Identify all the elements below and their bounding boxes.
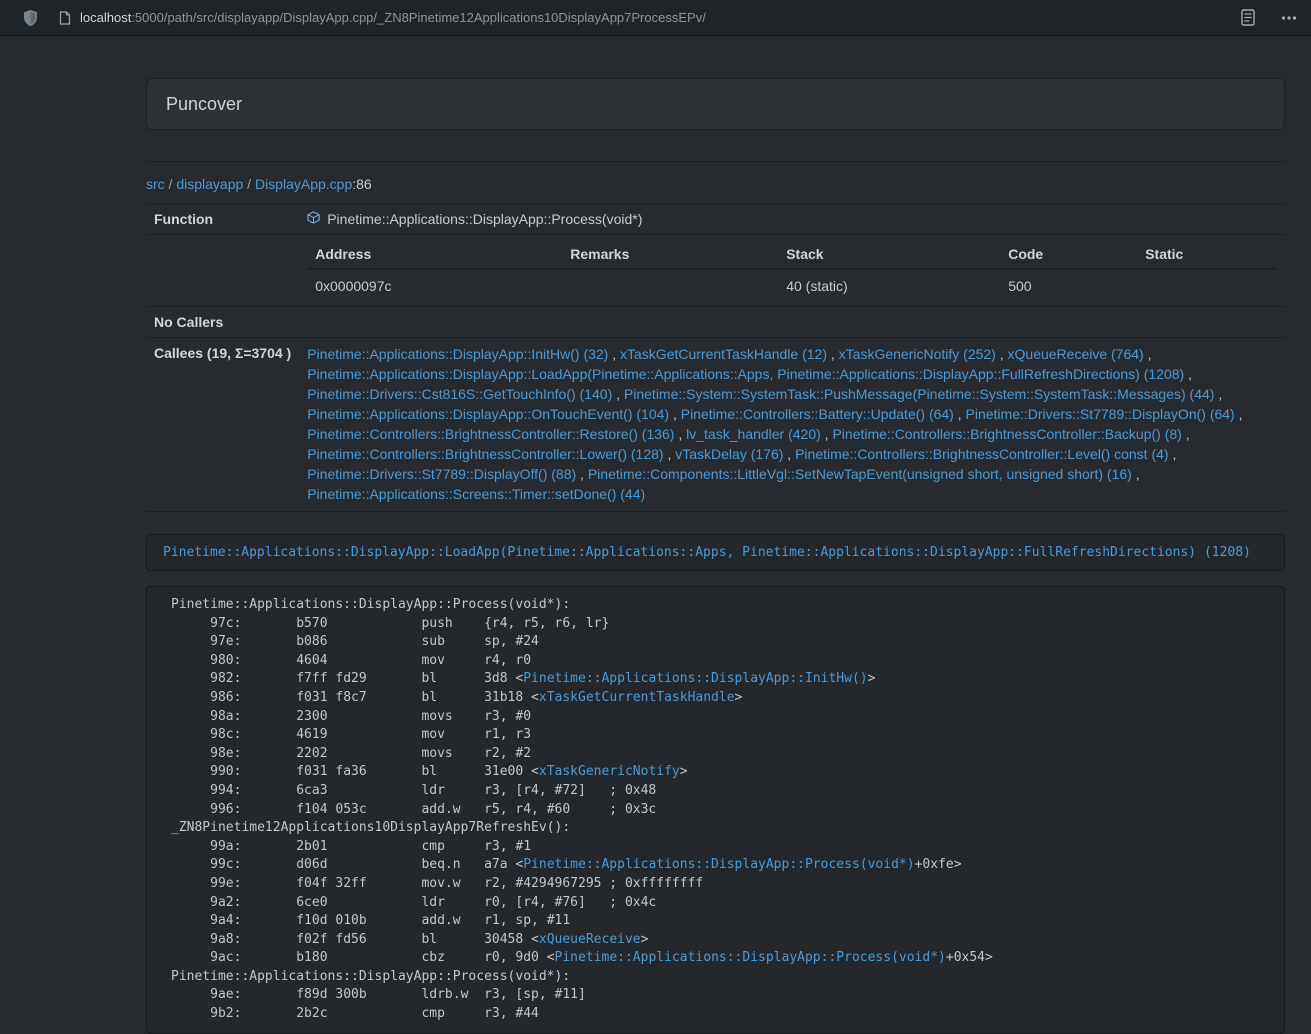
table-cell: 500 (1000, 269, 1137, 301)
callee-link[interactable]: Pinetime::System::SystemTask::PushMessag… (624, 386, 1215, 402)
column-header: Code (1000, 240, 1137, 269)
callees-label: Callees (19, Σ=3704 ) (146, 338, 299, 512)
divider (146, 161, 1285, 162)
column-header: Address (307, 240, 562, 269)
callee-link[interactable]: Pinetime::Controllers::BrightnessControl… (307, 426, 674, 442)
callee-separator: , (996, 346, 1008, 362)
function-label: Function (146, 204, 299, 235)
disasm-symbol-link[interactable]: xTaskGetCurrentTaskHandle (539, 690, 735, 705)
callee-separator: , (821, 426, 833, 442)
no-callers-row: No Callers (146, 307, 1285, 338)
callee-link[interactable]: Pinetime::Applications::DisplayApp::OnTo… (307, 406, 669, 422)
breadcrumb-separator: / (243, 176, 255, 192)
shield-icon-glyph (23, 9, 38, 27)
callee-link[interactable]: xQueueReceive (764) (1008, 346, 1144, 362)
callee-link[interactable]: Pinetime::Controllers::BrightnessControl… (832, 426, 1181, 442)
column-header: Remarks (562, 240, 778, 269)
disasm-symbol-link[interactable]: xQueueReceive (539, 932, 641, 947)
source-line-box: Pinetime::Applications::DisplayApp::Load… (146, 534, 1285, 571)
callees-row: Callees (19, Σ=3704 ) Pinetime::Applicat… (146, 338, 1285, 512)
app-header-panel: Puncover (146, 78, 1285, 130)
page-icon (59, 11, 71, 25)
page-title: Puncover (166, 93, 1265, 115)
callee-link[interactable]: Pinetime::Drivers::St7789::DisplayOn() (… (966, 406, 1235, 422)
callee-link[interactable]: Pinetime::Controllers::Battery::Update()… (681, 406, 954, 422)
callee-separator: , (612, 386, 624, 402)
menu-dots-icon[interactable] (1281, 15, 1297, 21)
callee-separator: , (664, 446, 676, 462)
function-table: Function Pinetime::Applications::Display… (146, 203, 1285, 512)
callee-link[interactable]: Pinetime::Applications::Screens::Timer::… (307, 486, 645, 502)
callee-separator: , (1184, 366, 1192, 382)
table-cell: 40 (static) (778, 269, 1000, 301)
callee-separator: , (1169, 446, 1177, 462)
disasm-symbol-link[interactable]: Pinetime::Applications::DisplayApp::Init… (523, 671, 867, 686)
callee-separator: , (669, 406, 681, 422)
callee-link[interactable]: Pinetime::Controllers::BrightnessControl… (795, 446, 1168, 462)
callee-separator: , (1132, 466, 1140, 482)
breadcrumb: src / displayapp / DisplayApp.cpp:86 (146, 176, 1285, 192)
callee-separator: , (674, 426, 686, 442)
url-text: localhost:5000/path/src/displayapp/Displ… (80, 10, 706, 25)
breadcrumb-line-number: :86 (352, 176, 371, 192)
callee-link[interactable]: Pinetime::Drivers::Cst816S::GetTouchInfo… (307, 386, 612, 402)
address-table-row: 0x0000097c 40 (static)500 (307, 269, 1277, 301)
callee-separator: , (783, 446, 795, 462)
callee-link[interactable]: xTaskGenericNotify (252) (839, 346, 996, 362)
disasm-symbol-link[interactable]: Pinetime::Applications::DisplayApp::Proc… (555, 950, 946, 965)
callee-separator: , (1182, 426, 1190, 442)
address-table-header: AddressRemarksStackCodeStatic (307, 240, 1277, 269)
no-callers-label: No Callers (146, 307, 299, 338)
breadcrumb-separator: / (165, 176, 177, 192)
breadcrumb-link[interactable]: displayapp (176, 176, 243, 192)
callee-link[interactable]: Pinetime::Controllers::BrightnessControl… (307, 446, 663, 462)
breadcrumb-link[interactable]: src (146, 176, 165, 192)
column-header: Stack (778, 240, 1000, 269)
callee-separator: , (1144, 346, 1152, 362)
callee-link[interactable]: vTaskDelay (176) (675, 446, 783, 462)
disasm-symbol-link[interactable]: xTaskGenericNotify (539, 764, 680, 779)
callees-cell: Pinetime::Applications::DisplayApp::Init… (299, 338, 1285, 512)
page-container: Puncover src / displayapp / DisplayApp.c… (146, 78, 1285, 1034)
function-cube-icon (307, 209, 320, 229)
callee-separator: , (827, 346, 839, 362)
callee-separator: , (954, 406, 966, 422)
callee-link[interactable]: Pinetime::Components::LittleVgl::SetNewT… (588, 466, 1132, 482)
table-cell: 0x0000097c (307, 269, 562, 301)
url-host: localhost (80, 10, 131, 25)
callee-link[interactable]: Pinetime::Applications::DisplayApp::Load… (307, 366, 1184, 382)
callee-separator: , (608, 346, 620, 362)
address-table: AddressRemarksStackCodeStatic 0x0000097c… (307, 240, 1277, 301)
callee-separator: , (1214, 386, 1222, 402)
address-section-row: AddressRemarksStackCodeStatic 0x0000097c… (146, 235, 1285, 307)
callee-link[interactable]: Pinetime::Applications::DisplayApp::Init… (307, 346, 608, 362)
breadcrumb-link[interactable]: DisplayApp.cpp (255, 176, 352, 192)
callee-link[interactable]: Pinetime::Drivers::St7789::DisplayOff() … (307, 466, 576, 482)
table-cell (1137, 269, 1277, 301)
shield-icon[interactable] (23, 9, 38, 27)
disassembly: Pinetime::Applications::DisplayApp::Proc… (146, 586, 1285, 1034)
browser-topbar: localhost:5000/path/src/displayapp/Displ… (0, 0, 1311, 36)
table-cell (562, 269, 778, 301)
reader-view-icon[interactable] (1241, 9, 1255, 26)
callee-link[interactable]: xTaskGetCurrentTaskHandle (12) (620, 346, 827, 362)
url-path: :5000/path/src/displayapp/DisplayApp.cpp… (131, 10, 706, 25)
function-row: Function Pinetime::Applications::Display… (146, 204, 1285, 235)
no-callers-cell (299, 307, 1285, 338)
url-bar[interactable]: localhost:5000/path/src/displayapp/Displ… (59, 10, 1241, 25)
function-name: Pinetime::Applications::DisplayApp::Proc… (327, 209, 642, 229)
callee-link[interactable]: lv_task_handler (420) (686, 426, 821, 442)
callee-separator: , (576, 466, 588, 482)
empty-label-cell (146, 235, 299, 307)
callee-separator: , (1235, 406, 1243, 422)
source-line-link[interactable]: Pinetime::Applications::DisplayApp::Load… (163, 545, 1251, 560)
disasm-symbol-link[interactable]: Pinetime::Applications::DisplayApp::Proc… (523, 857, 914, 872)
topbar-actions (1241, 9, 1297, 26)
column-header: Static (1137, 240, 1277, 269)
